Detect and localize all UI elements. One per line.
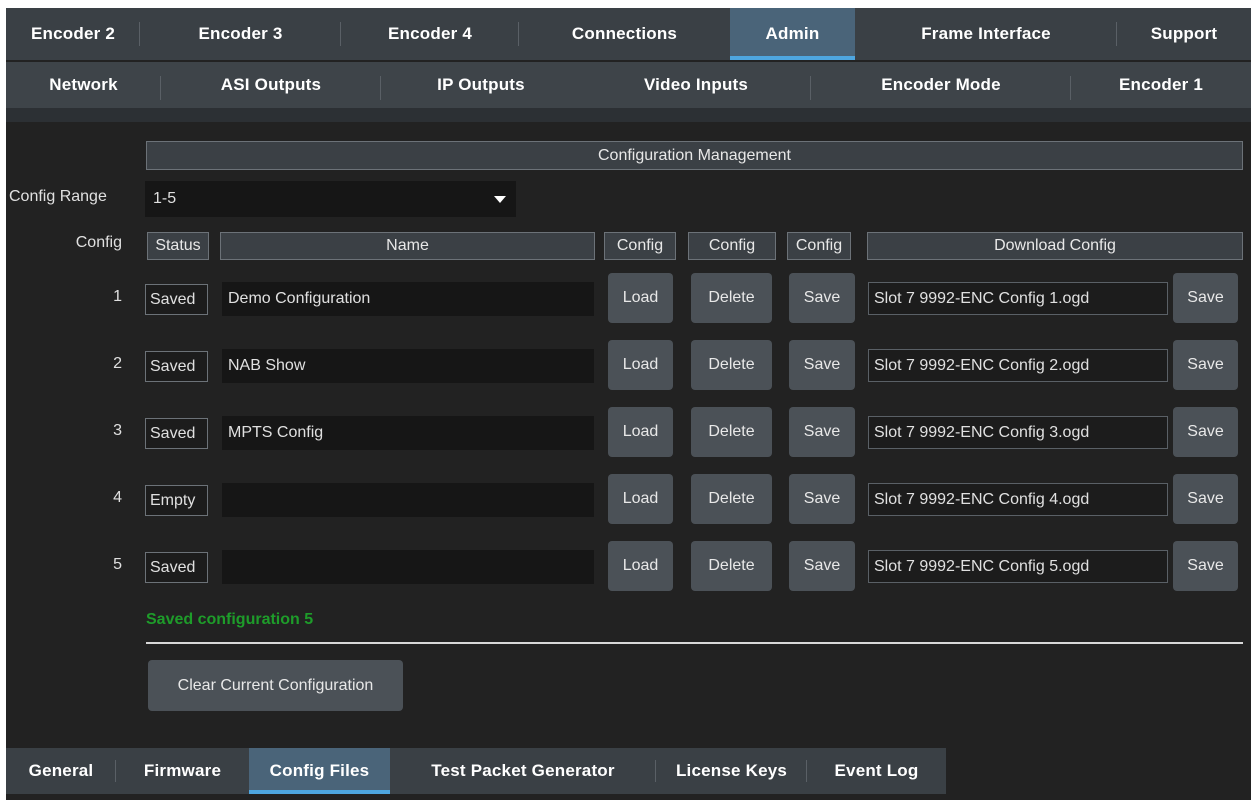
top-tab-bar: Encoder 2 Encoder 3 Encoder 4 Connection… xyxy=(6,8,1251,60)
download-save-button[interactable]: Save xyxy=(1173,541,1238,591)
tab-label: Event Log xyxy=(834,761,919,780)
config-name-input[interactable]: NAB Show xyxy=(222,349,594,383)
download-filename-input[interactable]: Slot 7 9992-ENC Config 2.ogd xyxy=(868,349,1168,382)
tab-label: ASI Outputs xyxy=(220,75,322,94)
tab-label: Connections xyxy=(571,24,678,43)
row-number: 3 xyxy=(113,422,122,439)
delete-button[interactable]: Delete xyxy=(691,273,772,323)
tab-label: License Keys xyxy=(675,761,788,780)
delete-button[interactable]: Delete xyxy=(691,340,772,390)
status-field: Saved xyxy=(145,418,208,449)
tab-license-keys[interactable]: License Keys xyxy=(656,748,807,794)
status-field: Empty xyxy=(145,485,208,516)
tab-label: Firmware xyxy=(143,761,222,780)
download-filename-input[interactable]: Slot 7 9992-ENC Config 1.ogd xyxy=(868,282,1168,315)
tab-firmware[interactable]: Firmware xyxy=(116,748,249,794)
tab-encoder-4[interactable]: Encoder 4 xyxy=(341,8,519,60)
tab-network[interactable]: Network xyxy=(6,62,161,108)
tab-label: IP Outputs xyxy=(437,75,525,94)
tab-frame-interface[interactable]: Frame Interface xyxy=(855,8,1117,60)
load-button[interactable]: Load xyxy=(608,474,673,524)
tab-label: Admin xyxy=(765,24,820,43)
tab-encoder-3[interactable]: Encoder 3 xyxy=(140,8,341,60)
app-window: Encoder 2 Encoder 3 Encoder 4 Connection… xyxy=(6,8,1251,800)
tab-label: Config Files xyxy=(269,761,370,780)
download-save-button[interactable]: Save xyxy=(1173,340,1238,390)
status-field: Saved xyxy=(145,552,208,583)
panel-title: Configuration Management xyxy=(146,141,1243,170)
tab-label: General xyxy=(28,761,94,780)
download-config-header: Download Config xyxy=(867,232,1243,260)
tab-label: Support xyxy=(1150,24,1218,43)
row-number: 2 xyxy=(113,355,122,372)
delete-button[interactable]: Delete xyxy=(691,474,772,524)
tab-label: Video Inputs xyxy=(643,75,749,94)
tab-bar-shadow xyxy=(6,108,1251,122)
tab-ip-outputs[interactable]: IP Outputs xyxy=(381,62,581,108)
config-name-input[interactable] xyxy=(222,483,594,517)
load-button[interactable]: Load xyxy=(608,340,673,390)
status-header: Status xyxy=(147,232,209,260)
tab-label: Encoder 1 xyxy=(1119,75,1203,94)
download-save-button[interactable]: Save xyxy=(1173,273,1238,323)
download-save-button[interactable]: Save xyxy=(1173,474,1238,524)
status-message: Saved configuration 5 xyxy=(146,611,314,628)
save-config-header: Config xyxy=(787,232,851,260)
load-button[interactable]: Load xyxy=(608,273,673,323)
tab-label: Encoder 2 xyxy=(31,24,115,43)
delete-button[interactable]: Delete xyxy=(691,541,772,591)
tab-encoder-mode[interactable]: Encoder Mode xyxy=(811,62,1071,108)
load-button[interactable]: Load xyxy=(608,541,673,591)
save-button[interactable]: Save xyxy=(789,541,855,591)
status-field: Saved xyxy=(145,351,208,382)
config-range-label: Config Range xyxy=(9,188,107,205)
chevron-down-icon xyxy=(494,196,506,203)
tab-label: Frame Interface xyxy=(921,24,1051,43)
load-button[interactable]: Load xyxy=(608,407,673,457)
row-number: 5 xyxy=(113,556,122,573)
tab-label: Encoder 4 xyxy=(388,24,472,43)
tab-label: Encoder 3 xyxy=(198,24,283,43)
tab-encoder-2[interactable]: Encoder 2 xyxy=(6,8,140,60)
save-button[interactable]: Save xyxy=(789,273,855,323)
config-range-value: 1-5 xyxy=(153,190,177,207)
tab-asi-outputs[interactable]: ASI Outputs xyxy=(161,62,381,108)
save-button[interactable]: Save xyxy=(789,474,855,524)
download-filename-input[interactable]: Slot 7 9992-ENC Config 4.ogd xyxy=(868,483,1168,516)
tab-support[interactable]: Support xyxy=(1117,8,1251,60)
load-config-header: Config xyxy=(604,232,676,260)
config-name-input[interactable] xyxy=(222,550,594,584)
tab-config-files[interactable]: Config Files xyxy=(249,748,390,794)
clear-configuration-button[interactable]: Clear Current Configuration xyxy=(148,660,403,711)
config-name-input[interactable]: Demo Configuration xyxy=(222,282,594,316)
save-button[interactable]: Save xyxy=(789,340,855,390)
bottom-tab-bar: General Firmware Config Files Test Packe… xyxy=(6,748,946,794)
tab-event-log[interactable]: Event Log xyxy=(807,748,946,794)
download-save-button[interactable]: Save xyxy=(1173,407,1238,457)
name-header: Name xyxy=(220,232,595,260)
tab-test-packet-generator[interactable]: Test Packet Generator xyxy=(390,748,656,794)
tab-label: Network xyxy=(49,75,118,94)
tab-video-inputs[interactable]: Video Inputs xyxy=(581,62,811,108)
sub-tab-bar: Network ASI Outputs IP Outputs Video Inp… xyxy=(6,62,1251,108)
tab-admin[interactable]: Admin xyxy=(730,8,855,60)
delete-config-header: Config xyxy=(688,232,776,260)
tab-label: Test Packet Generator xyxy=(431,761,615,780)
download-filename-input[interactable]: Slot 7 9992-ENC Config 3.ogd xyxy=(868,416,1168,449)
status-field: Saved xyxy=(145,284,208,315)
divider xyxy=(146,642,1243,644)
config-name-input[interactable]: MPTS Config xyxy=(222,416,594,450)
config-range-dropdown[interactable]: 1-5 xyxy=(145,181,516,217)
row-number: 1 xyxy=(113,288,122,305)
save-button[interactable]: Save xyxy=(789,407,855,457)
config-column-label: Config xyxy=(75,234,122,251)
tab-encoder-1[interactable]: Encoder 1 xyxy=(1071,62,1251,108)
tab-general[interactable]: General xyxy=(6,748,116,794)
delete-button[interactable]: Delete xyxy=(691,407,772,457)
download-filename-input[interactable]: Slot 7 9992-ENC Config 5.ogd xyxy=(868,550,1168,583)
tab-label: Encoder Mode xyxy=(881,75,1001,94)
tab-connections[interactable]: Connections xyxy=(519,8,730,60)
row-number: 4 xyxy=(113,489,122,506)
